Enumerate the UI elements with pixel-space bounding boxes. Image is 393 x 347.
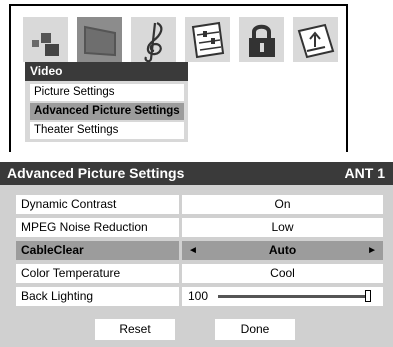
slider-fill xyxy=(218,295,368,298)
video-menu: Video Picture Settings Advanced Picture … xyxy=(25,62,188,142)
menu-icon-bar xyxy=(23,17,341,62)
setting-row-dynamic-contrast[interactable]: Dynamic Contrast On xyxy=(16,195,383,214)
video-menu-title: Video xyxy=(25,62,188,81)
setting-label: CableClear xyxy=(16,241,179,260)
dialog-title: Advanced Picture Settings xyxy=(7,165,185,181)
setup-settings-icon[interactable] xyxy=(185,17,230,62)
application-icon[interactable] xyxy=(293,17,338,62)
setting-value[interactable]: Low xyxy=(182,218,383,237)
setting-row-back-lighting[interactable]: Back Lighting 100 xyxy=(16,287,383,306)
back-lighting-slider[interactable]: 100 xyxy=(182,287,383,306)
lock-icon[interactable] xyxy=(239,17,284,62)
slider-handle[interactable] xyxy=(365,290,371,302)
slider-track[interactable] xyxy=(218,295,368,298)
video-screen-icon[interactable] xyxy=(77,17,122,62)
audio-clef-icon[interactable] xyxy=(131,17,176,62)
setting-label: MPEG Noise Reduction xyxy=(16,218,179,237)
setting-row-cableclear[interactable]: CableClear ◄ Auto ► xyxy=(16,241,383,260)
picture-icon[interactable] xyxy=(23,17,68,62)
slider-value: 100 xyxy=(188,289,209,303)
arrow-left-icon[interactable]: ◄ xyxy=(188,241,198,260)
setting-value-selector[interactable]: ◄ Auto ► xyxy=(182,241,383,260)
advanced-picture-settings-dialog: Advanced Picture Settings ANT 1 Dynamic … xyxy=(0,162,393,347)
done-button[interactable]: Done xyxy=(215,319,295,340)
menu-item-theater-settings[interactable]: Theater Settings xyxy=(30,122,184,139)
menu-item-advanced-picture-settings[interactable]: Advanced Picture Settings xyxy=(30,103,184,120)
arrow-right-icon[interactable]: ► xyxy=(367,241,377,260)
setting-label: Color Temperature xyxy=(16,264,179,283)
setting-row-color-temperature[interactable]: Color Temperature Cool xyxy=(16,264,383,283)
dialog-header: Advanced Picture Settings ANT 1 xyxy=(0,162,393,185)
setting-value: Auto xyxy=(268,243,297,257)
setting-row-mpeg-noise-reduction[interactable]: MPEG Noise Reduction Low xyxy=(16,218,383,237)
setting-label: Dynamic Contrast xyxy=(16,195,179,214)
setting-value[interactable]: On xyxy=(182,195,383,214)
menu-item-picture-settings[interactable]: Picture Settings xyxy=(30,84,184,101)
setting-label: Back Lighting xyxy=(16,287,179,306)
reset-button[interactable]: Reset xyxy=(95,319,175,340)
setting-value[interactable]: Cool xyxy=(182,264,383,283)
input-source-label: ANT 1 xyxy=(344,165,385,181)
